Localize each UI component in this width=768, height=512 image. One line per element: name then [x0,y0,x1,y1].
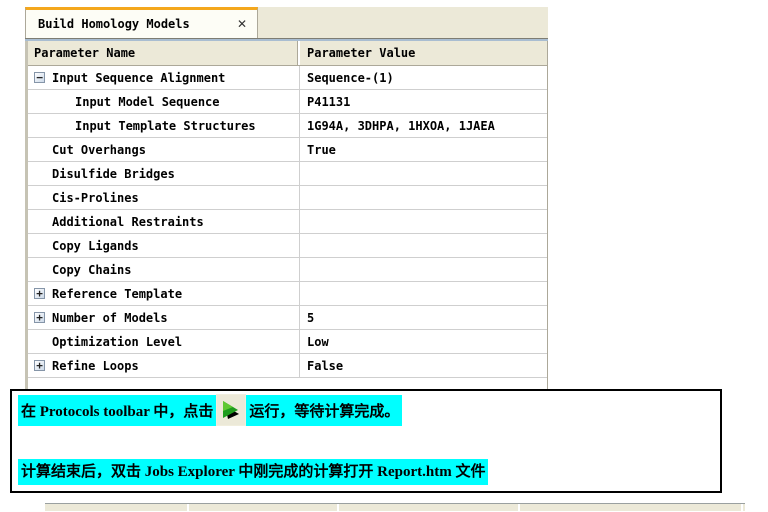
collapse-icon[interactable]: − [34,72,45,83]
parameter-name-label: Refine Loops [52,358,139,373]
parameter-value-cell[interactable]: True [300,138,547,161]
parameter-value-cell[interactable]: Low [300,330,547,353]
parameter-name-label: Cut Overhangs [52,142,146,157]
table-row[interactable]: Input Model Sequence P41131 [28,90,547,114]
parameter-name-label: Optimization Level [52,334,183,349]
table-row[interactable]: Optimization Level Low [28,330,547,354]
parameter-value-cell[interactable]: P41131 [300,90,547,113]
instruction-text-line2: 计算结束后，双击 Jobs Explorer 中刚完成的计算打开 Report.… [18,459,489,485]
tab-build-homology-models[interactable]: Build Homology Models ✕ [25,7,258,38]
column-header-parameter-value[interactable]: Parameter Value [300,41,547,65]
parameter-name-label: Cis-Prolines [52,190,139,205]
parameter-value-cell[interactable] [300,162,547,185]
table-row[interactable]: Disulfide Bridges [28,162,547,186]
table-row[interactable]: − Input Sequence Alignment Sequence-(1) [28,66,547,90]
parameter-name-label: Disulfide Bridges [52,166,175,181]
tab-strip: Build Homology Models ✕ [25,7,548,38]
expand-icon[interactable]: + [34,360,45,371]
tutorial-instruction-box: 在 Protocols toolbar 中，点击 运行，等待计算完成。 计算结束… [10,389,722,493]
parameter-value-cell[interactable] [300,258,547,281]
build-homology-models-panel: Build Homology Models ✕ Parameter Name P… [25,7,548,400]
parameter-name-label: Number of Models [52,310,168,325]
green-play-icon [223,401,240,419]
parameter-name-label: Reference Template [52,286,183,301]
parameter-name-label: Additional Restraints [52,214,204,229]
table-row[interactable]: Cut Overhangs True [28,138,547,162]
table-row[interactable]: Copy Chains [28,258,547,282]
partial-table-header-strip [45,503,745,512]
parameter-value-cell[interactable] [300,234,547,257]
table-row[interactable]: + Number of Models 5 [28,306,547,330]
parameter-value-cell[interactable]: 5 [300,306,547,329]
table-row[interactable]: Input Template Structures 1G94A, 3DHPA, … [28,114,547,138]
table-row[interactable]: Additional Restraints [28,210,547,234]
expand-icon[interactable]: + [34,288,45,299]
tab-title: Build Homology Models [38,17,190,31]
parameter-value-cell[interactable] [300,210,547,233]
run-button-image [216,394,247,426]
instruction-text-pre: 在 Protocols toolbar 中，点击 [18,394,217,426]
parameter-name-label: Input Sequence Alignment [52,70,226,85]
parameter-value-cell[interactable]: False [300,354,547,377]
parameter-value-cell[interactable] [300,186,547,209]
table-row[interactable]: Copy Ligands [28,234,547,258]
parameter-name-label: Input Template Structures [75,118,256,133]
parameter-value-cell[interactable]: Sequence-(1) [300,66,547,89]
close-icon[interactable]: ✕ [237,18,247,30]
instruction-line-1: 在 Protocols toolbar 中，点击 运行，等待计算完成。 [18,394,403,426]
parameter-name-label: Input Model Sequence [75,94,220,109]
parameter-name-label: Copy Chains [52,262,132,277]
parameter-value-cell[interactable]: 1G94A, 3DHPA, 1HXOA, 1JAEA [300,114,547,137]
column-header-parameter-name[interactable]: Parameter Name [28,41,300,65]
parameter-value-cell[interactable] [300,282,547,305]
table-row[interactable]: Cis-Prolines [28,186,547,210]
parameter-name-label: Copy Ligands [52,238,139,253]
table-row[interactable]: + Refine Loops False [28,354,547,378]
parameter-table: Parameter Name Parameter Value − Input Se… [25,41,548,400]
instruction-line-2: 计算结束后，双击 Jobs Explorer 中刚完成的计算打开 Report.… [18,459,489,485]
instruction-text-post: 运行，等待计算完成。 [246,394,403,426]
table-row[interactable]: + Reference Template [28,282,547,306]
expand-icon[interactable]: + [34,312,45,323]
table-header-row: Parameter Name Parameter Value [28,41,547,66]
